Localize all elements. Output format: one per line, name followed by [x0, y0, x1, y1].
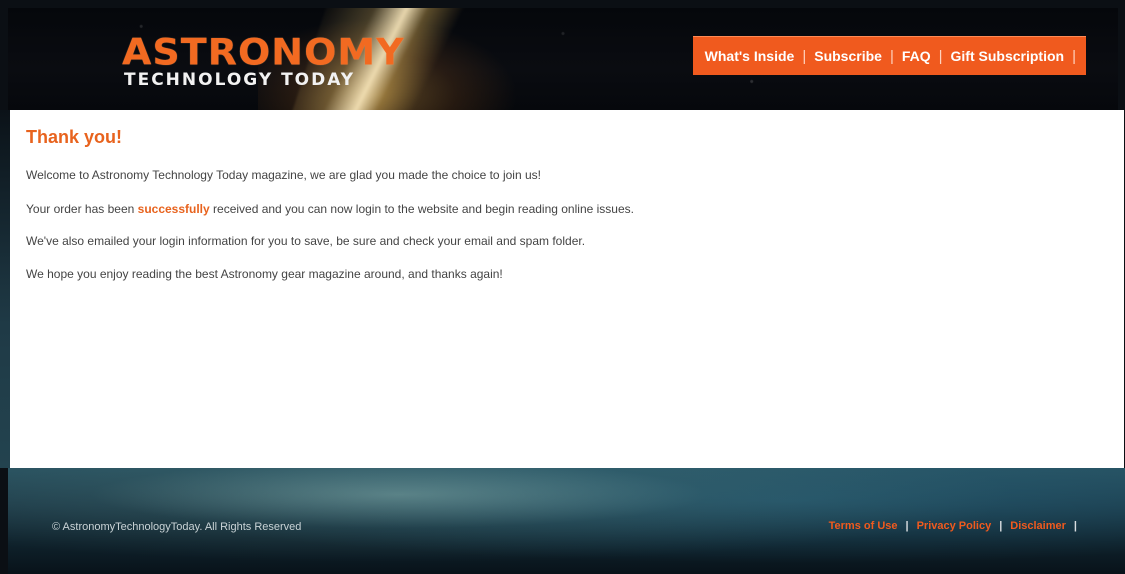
nav-gift-subscription[interactable]: Gift Subscription [943, 48, 1073, 64]
left-edge-background [0, 110, 10, 468]
order-text-after: received and you can now login to the we… [209, 202, 634, 216]
logo-title: ASTRONOMY [122, 31, 405, 73]
nav-faq[interactable]: FAQ [894, 48, 939, 64]
terms-of-use-link[interactable]: Terms of Use [823, 520, 904, 532]
page: ASTRONOMY TECHNOLOGY TODAY What's Inside… [0, 0, 1125, 574]
main-content: Thank you! Welcome to Astronomy Technolo… [10, 110, 1124, 468]
privacy-policy-link[interactable]: Privacy Policy [911, 520, 998, 532]
main-nav: What's Inside | Subscribe | FAQ | Gift S… [692, 36, 1086, 75]
closing-paragraph: We hope you enjoy reading the best Astro… [26, 267, 503, 281]
order-text-before: Your order has been [26, 202, 138, 216]
page-title: Thank you! [26, 127, 123, 147]
nav-whats-inside[interactable]: What's Inside [697, 48, 803, 64]
site-footer: © AstronomyTechnologyToday. All Rights R… [8, 468, 1125, 574]
disclaimer-link[interactable]: Disclaimer [1004, 520, 1072, 532]
logo-subtitle: TECHNOLOGY TODAY [124, 70, 356, 90]
site-header: ASTRONOMY TECHNOLOGY TODAY What's Inside… [8, 8, 1118, 110]
order-paragraph: Your order has been successfully receive… [26, 202, 634, 216]
footer-separator: | [1073, 520, 1077, 532]
email-paragraph: We've also emailed your login informatio… [26, 234, 586, 248]
footer-separator: | [999, 520, 1003, 532]
copyright-text: © AstronomyTechnologyToday. All Rights R… [52, 521, 302, 533]
footer-links: Terms of Use | Privacy Policy | Disclaim… [823, 520, 1079, 532]
success-highlight: successfully [137, 202, 210, 216]
nav-subscribe[interactable]: Subscribe [806, 48, 890, 64]
nav-separator: | [1072, 47, 1076, 65]
welcome-paragraph: Welcome to Astronomy Technology Today ma… [26, 168, 541, 182]
site-logo[interactable]: ASTRONOMY TECHNOLOGY TODAY [118, 30, 418, 100]
footer-separator: | [905, 520, 909, 532]
